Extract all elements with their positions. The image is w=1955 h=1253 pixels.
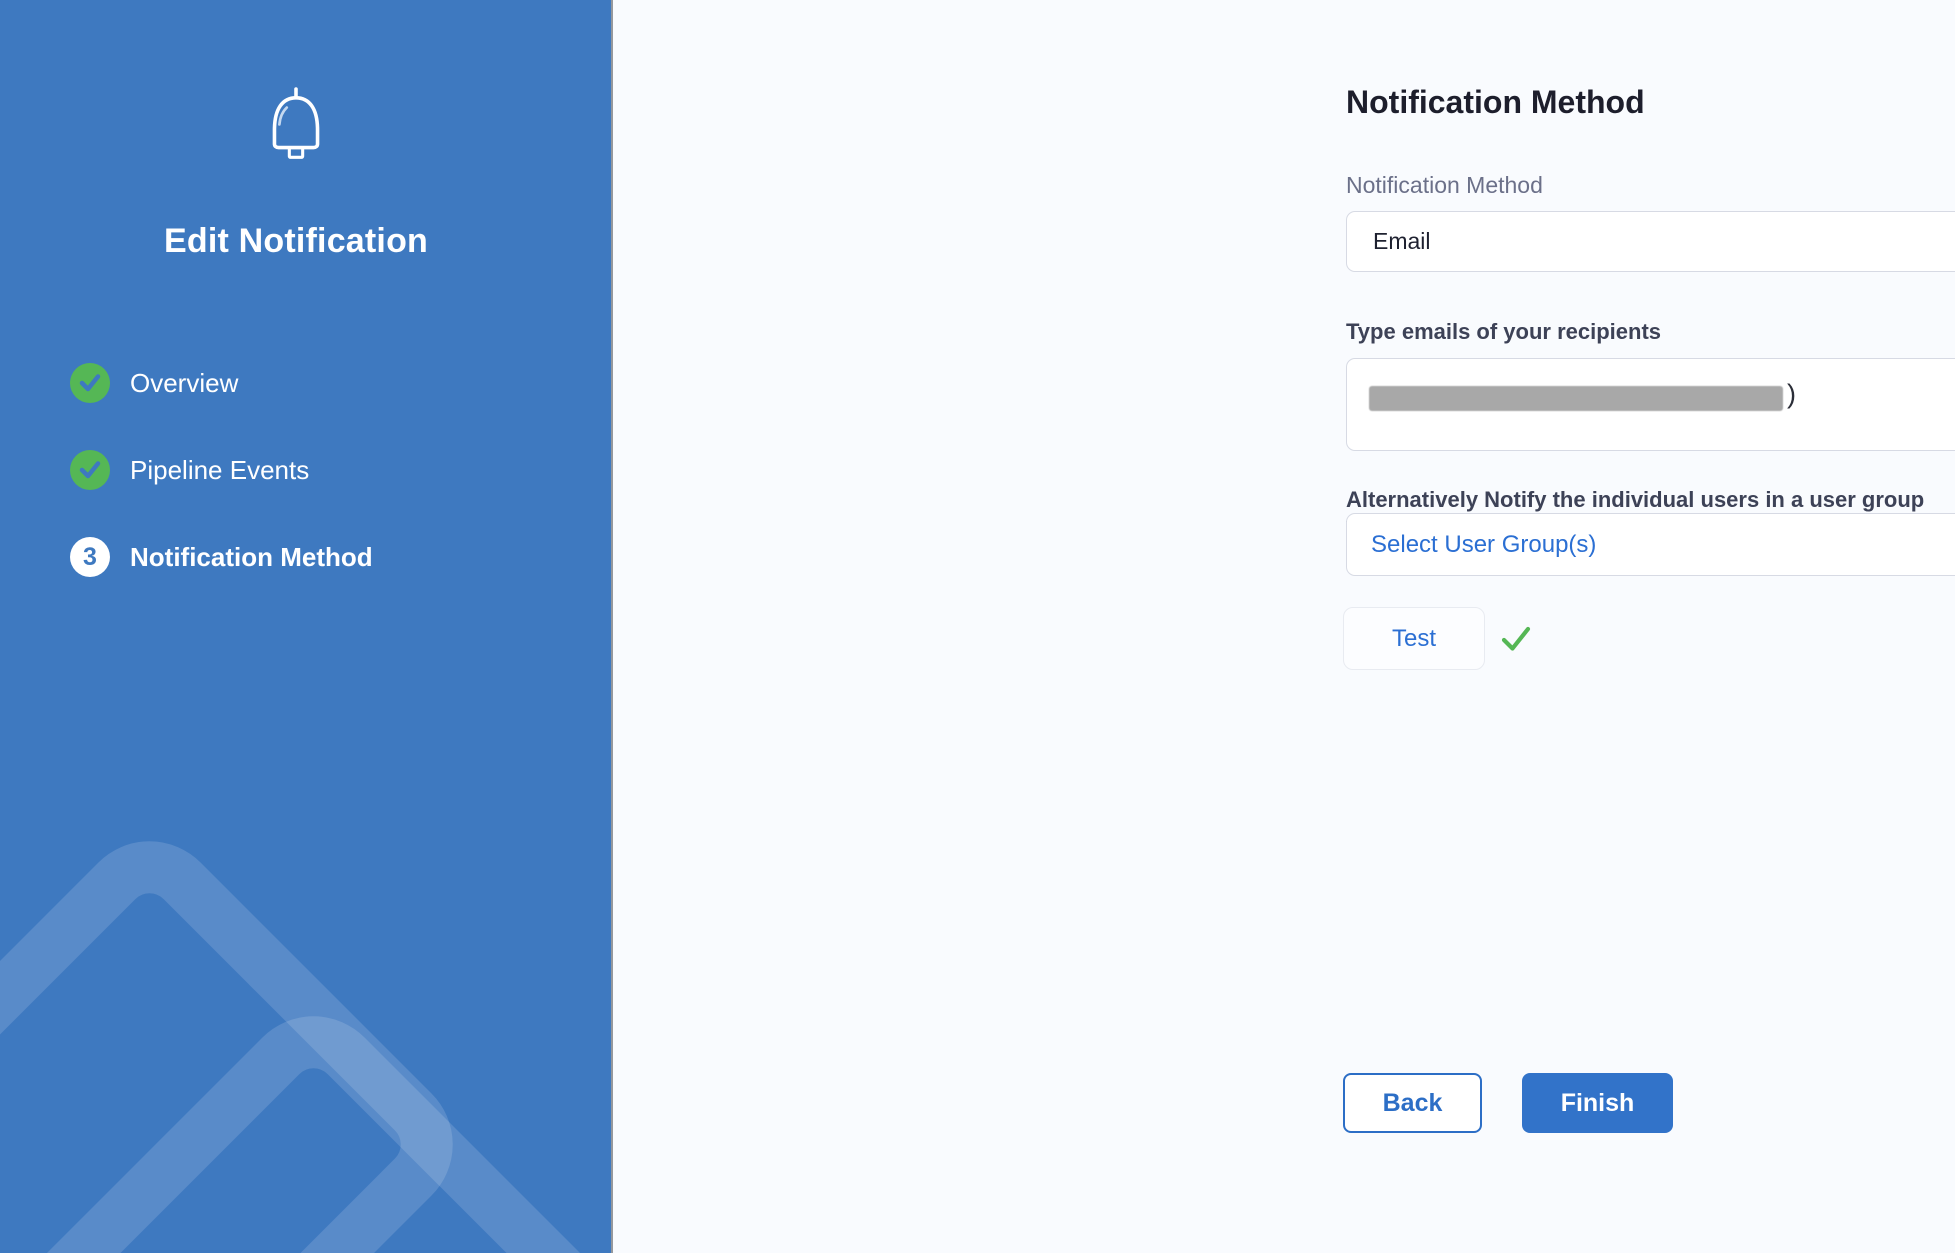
redacted-email-value [1369, 386, 1783, 411]
back-button[interactable]: Back [1343, 1073, 1482, 1133]
check-circle-icon [70, 363, 110, 403]
step-number-badge: 3 [70, 537, 110, 577]
recipients-label: Type emails of your recipients [1346, 319, 1661, 345]
select-user-groups-label: Select User Group(s) [1371, 531, 1596, 559]
test-button[interactable]: Test [1343, 607, 1485, 670]
notification-bell-icon [0, 86, 592, 171]
wizard-title: Edit Notification [0, 222, 592, 261]
step-notification-method[interactable]: 3 Notification Method [70, 537, 373, 577]
notification-method-value: Email [1373, 228, 1431, 255]
notification-method-label: Notification Method [1346, 172, 1543, 199]
step-label: Pipeline Events [130, 455, 309, 486]
check-circle-icon [70, 450, 110, 490]
redacted-email-suffix: ) [1787, 379, 1796, 410]
select-user-groups-button[interactable]: Select User Group(s) [1346, 513, 1955, 576]
wizard-sidebar: Edit Notification Overview Pipeline Even… [0, 0, 613, 1253]
edit-notification-dialog: Edit Notification Overview Pipeline Even… [0, 0, 1955, 1253]
step-label: Notification Method [130, 542, 373, 573]
notification-method-panel: Notification Method Notification Method … [615, 0, 1955, 1253]
page-title: Notification Method [1346, 84, 1645, 121]
step-pipeline-events[interactable]: Pipeline Events [70, 450, 373, 490]
step-overview[interactable]: Overview [70, 363, 373, 403]
step-label: Overview [130, 368, 238, 399]
green-check-icon [1497, 621, 1535, 662]
notification-method-select[interactable]: Email [1346, 211, 1955, 272]
finish-button[interactable]: Finish [1522, 1073, 1673, 1133]
recipients-textarea[interactable]: ) [1346, 358, 1955, 451]
wizard-steps: Overview Pipeline Events 3 Notification … [70, 363, 373, 624]
